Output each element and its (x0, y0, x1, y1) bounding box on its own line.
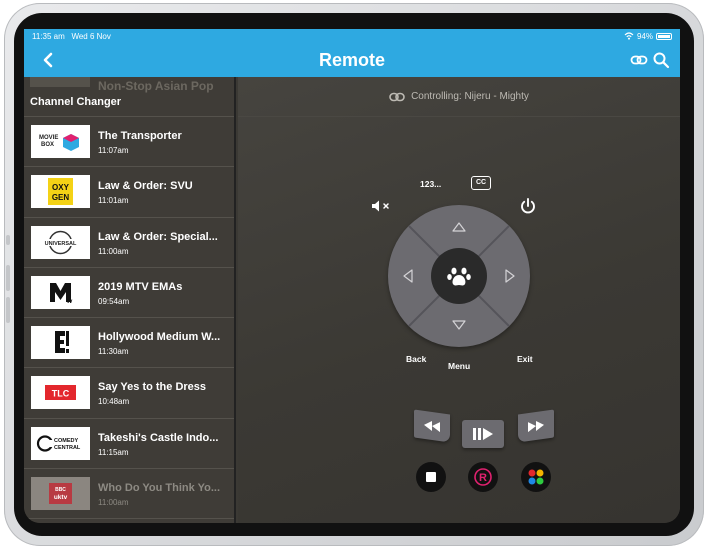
controlling-text: Controlling: Nijeru - Mighty (411, 91, 529, 102)
back-button[interactable]: Back (406, 354, 426, 364)
rewind-button[interactable] (414, 409, 450, 443)
mtv-logo: tv (31, 275, 90, 309)
channel-item-mtv[interactable]: tv 2019 MTV EMAs 09:54am (24, 268, 234, 319)
status-date: Wed 6 Nov (71, 31, 111, 41)
svg-text:tv: tv (67, 299, 73, 305)
svg-text:R: R (479, 472, 487, 484)
play-pause-icon (473, 428, 493, 440)
channel-item-movie-box[interactable]: MOVIE BOX The Transporter 11:07am (24, 117, 234, 168)
channel-show-time: 11:00am (98, 498, 129, 508)
fast-forward-button[interactable] (518, 409, 554, 443)
fast-forward-icon (528, 421, 544, 433)
battery-percent: 94% (636, 31, 653, 41)
record-button[interactable]: R (468, 462, 498, 492)
movie-box-logo: MOVIE BOX (31, 125, 90, 158)
volume-down-button (6, 297, 10, 323)
svg-text:BBC: BBC (55, 487, 66, 493)
channel-item-bbc-uktv[interactable]: BBC uktv Who Do You Think Yo... 11:00am (24, 469, 234, 520)
record-icon: R (474, 468, 492, 486)
status-bar: 11:35 am Wed 6 Nov 94% (24, 29, 680, 43)
dpad-down-arrow-icon[interactable] (449, 315, 469, 335)
channel-show-time: 10:48am (98, 397, 130, 407)
numpad-button[interactable]: 123... (420, 179, 441, 189)
directional-pad (388, 205, 530, 347)
link-icon (389, 92, 405, 101)
stop-button[interactable] (416, 462, 446, 492)
channel-show-title: Takeshi's Castle Indo... (98, 431, 219, 444)
svg-text:COMEDY: COMEDY (54, 438, 78, 444)
channel-item-e[interactable]: Hollywood Medium W... 11:30am (24, 318, 234, 369)
channel-show-time: 11:07am (98, 146, 129, 155)
svg-text:uktv: uktv (54, 494, 68, 501)
svg-text:MOVIE: MOVIE (39, 135, 58, 141)
link-icon[interactable] (630, 51, 648, 69)
channel-show-time: 09:54am (98, 296, 130, 306)
svg-text:UNIVERSAL: UNIVERSAL (45, 241, 77, 247)
nav-bar: Remote (24, 43, 680, 77)
app-screen: 11:35 am Wed 6 Nov 94% Remote Non-Stop A… (24, 29, 680, 523)
channel-changer-header: Non-Stop Asian Pop Channel Changer (24, 77, 234, 117)
svg-text:CENTRAL: CENTRAL (54, 445, 81, 451)
controlling-status: Controlling: Nijeru - Mighty (238, 77, 680, 117)
oxygen-logo: OXY GEN (31, 175, 90, 209)
rewind-icon (424, 421, 440, 433)
channel-changer-title: Channel Changer (30, 96, 122, 108)
color-dots-icon (528, 469, 544, 485)
remote-panel: Controlling: Nijeru - Mighty 123... CC B… (238, 77, 680, 523)
channel-show-title: Say Yes to the Dress (98, 381, 207, 394)
svg-text:OXY: OXY (52, 183, 70, 192)
channel-changer-panel: Non-Stop Asian Pop Channel Changer MOVIE… (24, 77, 236, 523)
menu-button[interactable]: Menu (448, 361, 470, 371)
battery-icon (656, 32, 672, 40)
status-time: 11:35 am (32, 31, 65, 41)
channel-show-time: 11:30am (98, 347, 129, 357)
side-button (6, 235, 10, 245)
bbc-uktv-logo: BBC uktv (31, 477, 90, 511)
dpad-up-arrow-icon[interactable] (449, 217, 469, 237)
svg-text:TLC: TLC (52, 389, 70, 399)
exit-button[interactable]: Exit (517, 354, 533, 364)
channel-show-title: Law & Order: SVU (98, 180, 193, 193)
comedy-central-logo: COMEDY CENTRAL (31, 426, 90, 460)
search-icon[interactable] (652, 51, 670, 69)
channel-item-comedy-central[interactable]: COMEDY CENTRAL Takeshi's Castle Indo... … (24, 419, 234, 470)
ghost-channel-name: Non-Stop Asian Pop (98, 79, 214, 93)
channel-show-title: Who Do You Think Yo... (98, 482, 221, 495)
paw-icon (447, 267, 471, 286)
universal-logo: UNIVERSAL (31, 225, 90, 259)
channel-show-time: 11:00am (98, 246, 129, 256)
svg-text:BOX: BOX (41, 142, 54, 148)
channel-show-time: 11:15am (98, 447, 129, 457)
dpad-left-arrow-icon[interactable] (398, 266, 418, 286)
wifi-icon (624, 32, 634, 40)
channel-item-oxygen[interactable]: OXY GEN Law & Order: SVU 11:01am (24, 167, 234, 218)
closed-captions-button[interactable]: CC (471, 176, 491, 190)
page-title: Remote (318, 50, 385, 70)
channel-show-title: 2019 MTV EMAs (98, 280, 183, 293)
e-logo (31, 326, 90, 360)
ok-button[interactable] (431, 248, 487, 304)
channel-show-time: 11:01am (98, 196, 129, 206)
stop-icon (426, 472, 436, 482)
svg-text:GEN: GEN (52, 193, 70, 202)
channel-show-title: The Transporter (98, 130, 182, 142)
play-pause-button[interactable] (462, 420, 504, 448)
color-buttons[interactable] (521, 462, 551, 492)
channel-item-tlc[interactable]: TLC Say Yes to the Dress 10:48am (24, 368, 234, 419)
channel-show-title: Hollywood Medium W... (98, 331, 221, 344)
ghost-channel-logo (30, 77, 90, 87)
channel-item-universal[interactable]: UNIVERSAL Law & Order: Special... 11:00a… (24, 218, 234, 268)
tlc-logo: TLC (31, 376, 90, 410)
channel-show-title: Law & Order: Special... (98, 230, 218, 243)
volume-up-button (6, 265, 10, 291)
dpad-right-arrow-icon[interactable] (500, 266, 520, 286)
